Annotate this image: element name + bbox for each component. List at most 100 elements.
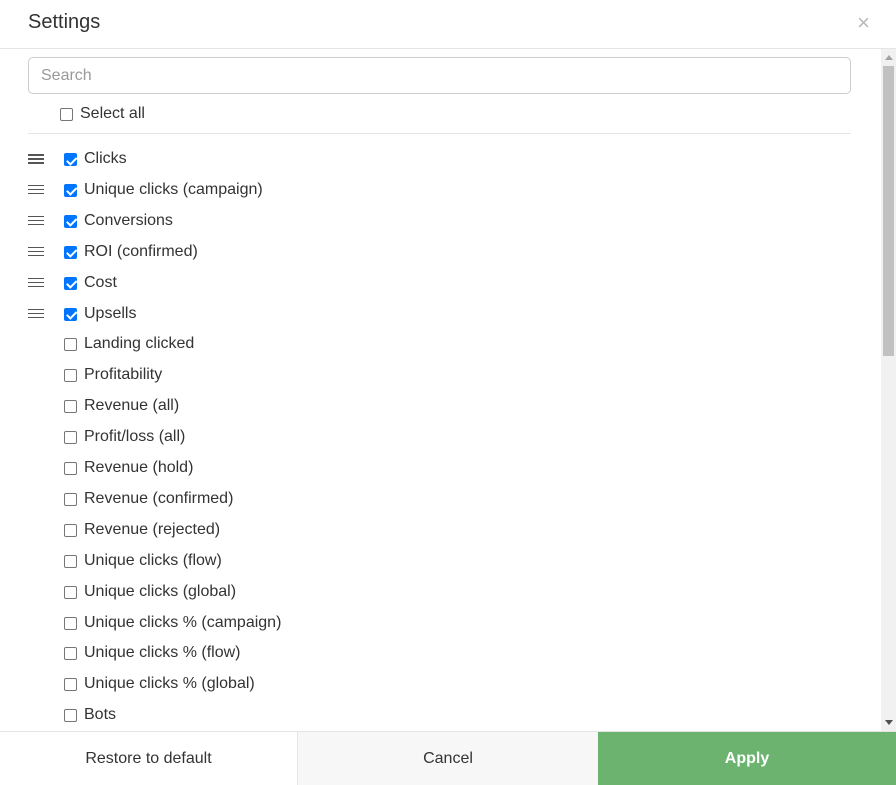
checkbox-wrapper <box>64 245 77 264</box>
list-item[interactable]: Profit/loss (all) <box>0 422 880 453</box>
list-item[interactable]: Revenue (confirmed) <box>0 484 880 515</box>
item-label: ROI (confirmed) <box>84 242 198 260</box>
item-checkbox[interactable] <box>64 462 77 475</box>
checkbox-wrapper <box>64 153 77 171</box>
item-checkbox[interactable] <box>64 554 77 568</box>
checkbox-wrapper <box>64 678 77 696</box>
list-item[interactable]: Clicks <box>0 144 880 175</box>
item-checkbox[interactable] <box>64 616 77 630</box>
checkbox-wrapper <box>64 462 77 480</box>
checkbox-wrapper <box>64 554 77 573</box>
list-item[interactable]: Unique clicks (campaign) <box>0 175 880 206</box>
search-input[interactable] <box>28 57 851 94</box>
item-label: Unique clicks % (flow) <box>84 644 241 662</box>
item-checkbox[interactable] <box>64 585 77 599</box>
drag-handle-icon[interactable] <box>28 308 44 319</box>
drag-handle-icon[interactable] <box>28 246 44 257</box>
drag-handle-icon[interactable] <box>28 154 44 164</box>
checkbox-wrapper <box>64 369 77 387</box>
item-label: Unique clicks % (campaign) <box>84 613 282 631</box>
modal-body: Select all Clicks Unique clicks (campaign… <box>0 49 896 731</box>
item-checkbox[interactable] <box>64 183 77 197</box>
item-checkbox[interactable] <box>64 214 77 228</box>
apply-button[interactable]: Apply <box>598 732 896 785</box>
checkbox-wrapper <box>64 214 77 233</box>
item-checkbox[interactable] <box>64 369 77 383</box>
list-item[interactable]: Cost <box>0 268 880 299</box>
select-all-row[interactable]: Select all <box>60 104 145 124</box>
item-checkbox[interactable] <box>64 709 77 723</box>
item-label: Conversions <box>84 211 173 229</box>
list-item[interactable]: Conversions <box>0 206 880 237</box>
item-label: Revenue (rejected) <box>84 520 221 538</box>
list-item[interactable]: Unique clicks % (global) <box>0 669 880 700</box>
item-checkbox[interactable] <box>64 338 77 352</box>
settings-modal: Settings × Select all Clicks Unique click… <box>0 0 896 785</box>
modal-header: Settings × <box>0 0 896 49</box>
item-checkbox[interactable] <box>64 492 77 506</box>
scrollbar-thumb[interactable] <box>883 66 894 356</box>
checkbox-wrapper <box>64 431 77 449</box>
item-checkbox[interactable] <box>64 431 77 445</box>
item-checkbox[interactable] <box>64 307 77 321</box>
list-item[interactable]: Bots <box>0 700 880 731</box>
checkbox-wrapper <box>64 616 77 635</box>
item-label: Unique clicks % (global) <box>84 675 255 693</box>
checkbox-wrapper <box>64 276 77 295</box>
item-checkbox[interactable] <box>64 153 77 166</box>
close-icon[interactable]: × <box>857 12 870 34</box>
modal-title: Settings <box>28 11 101 33</box>
item-label: Landing clicked <box>84 335 195 353</box>
item-checkbox[interactable] <box>64 647 77 661</box>
checkbox-wrapper <box>64 338 77 356</box>
drag-handle-icon[interactable] <box>28 277 44 288</box>
item-label: Profitability <box>84 366 163 384</box>
list-item[interactable]: Unique clicks (global) <box>0 577 880 608</box>
list-item[interactable]: Profitability <box>0 360 880 391</box>
drag-handle-icon[interactable] <box>28 215 44 226</box>
item-label: Bots <box>84 706 117 724</box>
item-checkbox[interactable] <box>64 678 77 692</box>
item-label: Revenue (all) <box>84 397 180 415</box>
item-label: Upsells <box>84 304 137 322</box>
scrollbar[interactable] <box>881 49 896 731</box>
list-item[interactable]: Revenue (hold) <box>0 453 880 484</box>
scroll-down-arrow-icon[interactable] <box>885 720 893 725</box>
item-checkbox[interactable] <box>64 400 77 414</box>
checkbox-wrapper <box>64 709 77 727</box>
list-item[interactable]: Upsells <box>0 299 880 330</box>
checkbox-wrapper <box>64 523 77 542</box>
item-checkbox[interactable] <box>64 245 77 259</box>
item-label: Unique clicks (campaign) <box>84 180 263 198</box>
item-label: Unique clicks (flow) <box>84 551 222 569</box>
cancel-button[interactable]: Cancel <box>298 732 598 785</box>
list-item[interactable]: ROI (confirmed) <box>0 237 880 268</box>
item-label: Clicks <box>84 150 127 167</box>
restore-default-button[interactable]: Restore to default <box>0 732 298 785</box>
select-all-checkbox[interactable] <box>60 107 73 121</box>
modal-footer: Restore to default Cancel Apply <box>0 731 896 785</box>
list-item[interactable]: Landing clicked <box>0 329 880 360</box>
item-label: Profit/loss (all) <box>84 428 186 446</box>
item-checkbox[interactable] <box>64 523 77 537</box>
checkbox-wrapper <box>64 307 77 326</box>
item-label: Cost <box>84 273 117 291</box>
item-label: Revenue (hold) <box>84 459 194 476</box>
list-item[interactable]: Revenue (all) <box>0 391 880 422</box>
checkbox-wrapper <box>64 400 77 418</box>
drag-handle-icon[interactable] <box>28 184 44 195</box>
divider <box>28 133 851 134</box>
item-label: Unique clicks (global) <box>84 582 237 600</box>
checkbox-wrapper <box>64 183 77 202</box>
list-item[interactable]: Unique clicks % (flow) <box>0 638 880 669</box>
checkbox-wrapper <box>64 647 77 665</box>
list-item[interactable]: Unique clicks % (campaign) <box>0 608 880 639</box>
checkbox-wrapper <box>64 492 77 511</box>
checkbox-wrapper <box>64 585 77 604</box>
item-label: Revenue (confirmed) <box>84 489 234 507</box>
scroll-up-arrow-icon[interactable] <box>885 55 893 60</box>
list-item[interactable]: Unique clicks (flow) <box>0 546 880 577</box>
select-all-label: Select all <box>80 105 145 122</box>
item-checkbox[interactable] <box>64 276 77 290</box>
list-item[interactable]: Revenue (rejected) <box>0 515 880 546</box>
